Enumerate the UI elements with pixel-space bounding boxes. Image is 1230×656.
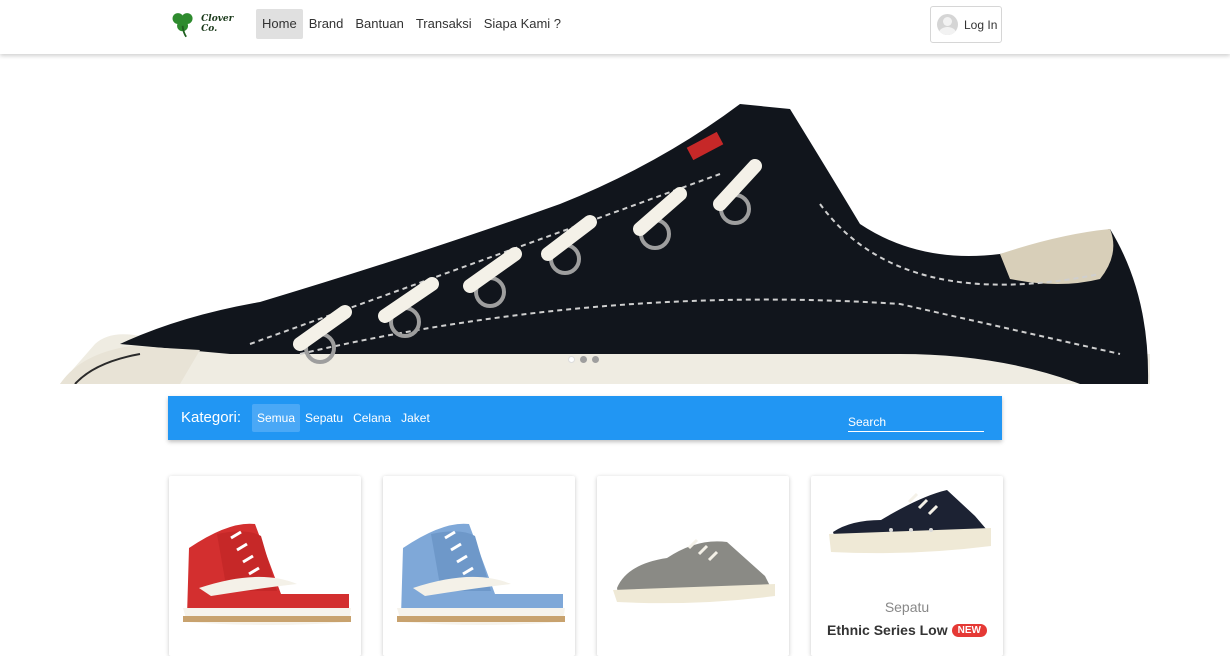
nav-item-home[interactable]: Home bbox=[256, 9, 303, 39]
category-tab-sepatu[interactable]: Sepatu bbox=[300, 404, 348, 432]
category-title: Kategori: bbox=[181, 409, 242, 426]
hero-shoe-image bbox=[60, 104, 1150, 384]
nav-item-bantuan[interactable]: Bantuan bbox=[349, 9, 409, 39]
carousel-indicators bbox=[568, 356, 599, 363]
product-category: Sepatu bbox=[884, 599, 930, 615]
category-tab-jaket[interactable]: Jaket bbox=[396, 404, 435, 432]
new-badge: NEW bbox=[951, 623, 987, 637]
product-image bbox=[397, 523, 565, 625]
product-name: Ethnic Series Low bbox=[827, 622, 948, 638]
product-name-row: Ethnic Series Low NEW bbox=[811, 622, 1003, 638]
category-bar: Kategori: Semua Sepatu Celana Jaket bbox=[168, 396, 1002, 440]
carousel-dot-3[interactable] bbox=[592, 356, 599, 363]
product-image bbox=[613, 538, 775, 604]
search-input[interactable] bbox=[848, 408, 984, 432]
login-label: Log In bbox=[964, 17, 998, 32]
user-avatar-icon bbox=[937, 14, 958, 35]
nav-item-brand[interactable]: Brand bbox=[303, 9, 350, 39]
login-button[interactable]: Log In bbox=[930, 6, 1002, 43]
clover-icon bbox=[172, 13, 193, 38]
navbar: Clover Co. Home Brand Bantuan Transaksi … bbox=[0, 0, 1230, 54]
hero-carousel[interactable] bbox=[0, 54, 1230, 384]
category-tab-celana[interactable]: Celana bbox=[348, 404, 396, 432]
carousel-dot-2[interactable] bbox=[580, 356, 587, 363]
carousel-dot-1[interactable] bbox=[568, 356, 575, 363]
product-card[interactable] bbox=[597, 476, 789, 656]
product-card[interactable]: Sepatu Ethnic Series Low NEW bbox=[811, 476, 1003, 656]
nav-links: Home Brand Bantuan Transaksi Siapa Kami … bbox=[256, 9, 567, 39]
nav-item-siapa-kami[interactable]: Siapa Kami ? bbox=[478, 9, 567, 39]
category-tabs: Semua Sepatu Celana Jaket bbox=[252, 404, 435, 432]
brand-logo[interactable]: Clover Co. bbox=[168, 8, 248, 40]
product-card[interactable] bbox=[383, 476, 575, 656]
category-tab-semua[interactable]: Semua bbox=[252, 404, 301, 432]
product-card[interactable] bbox=[169, 476, 361, 656]
product-image bbox=[183, 523, 351, 625]
brand-logo-text: Clover Co. bbox=[201, 14, 234, 34]
nav-item-transaksi[interactable]: Transaksi bbox=[410, 9, 478, 39]
navbar-container: Clover Co. Home Brand Bantuan Transaksi … bbox=[168, 0, 1002, 54]
